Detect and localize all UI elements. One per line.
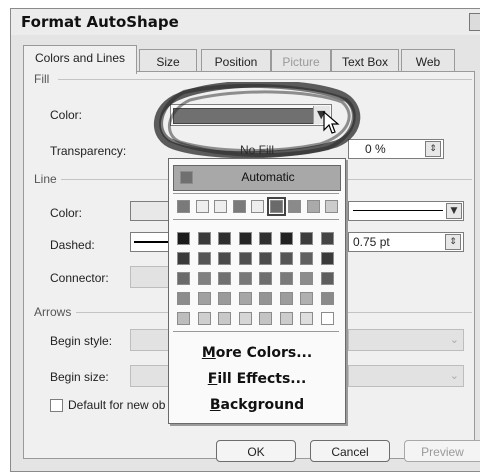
palette-color-swatch[interactable]	[320, 232, 334, 245]
palette-color-swatch[interactable]	[279, 232, 293, 245]
fill-section-heading: Fill	[34, 72, 54, 86]
more-colors-option[interactable]: More Colors...	[169, 345, 345, 361]
palette-color-swatch[interactable]	[177, 272, 190, 285]
recent-color-swatch[interactable]	[195, 200, 209, 213]
palette-color-swatch[interactable]	[300, 232, 313, 245]
palette-color-swatch[interactable]	[320, 252, 334, 265]
fill-color-popup: No Fill Automatic More Colors... Fill Ef…	[168, 143, 346, 424]
recent-color-swatch[interactable]	[232, 200, 246, 213]
palette-color-swatch[interactable]	[279, 272, 293, 285]
no-fill-option[interactable]: No Fill	[169, 143, 345, 157]
palette-color-swatch[interactable]	[279, 252, 293, 265]
automatic-swatch	[180, 171, 193, 184]
palette-color-swatch[interactable]	[197, 292, 211, 305]
dashed-label: Dashed:	[50, 238, 95, 252]
palette-color-swatch[interactable]	[177, 232, 190, 245]
recent-color-swatch[interactable]	[266, 197, 286, 216]
dashed-dropdown[interactable]	[130, 232, 170, 252]
transparency-spinner[interactable]: ⇕	[425, 141, 441, 157]
preview-button: Preview	[404, 440, 480, 462]
palette-color-swatch[interactable]	[259, 312, 272, 325]
mouse-cursor-icon	[323, 110, 340, 134]
arrows-section-heading: Arrows	[34, 305, 76, 319]
recent-color-swatch[interactable]	[177, 200, 190, 213]
recent-color-swatch[interactable]	[325, 200, 338, 213]
recent-color-swatch[interactable]	[214, 200, 227, 213]
background-option[interactable]: Background	[169, 397, 345, 413]
begin-style-label: Begin style:	[50, 334, 113, 348]
palette-color-swatch[interactable]	[197, 272, 211, 285]
palette-color-swatch[interactable]	[300, 292, 313, 305]
transparency-input[interactable]: 0 % ⇕	[348, 139, 444, 159]
palette-color-swatch[interactable]	[218, 232, 231, 245]
line-section-heading: Line	[34, 172, 61, 186]
transparency-value: 0 %	[365, 142, 386, 156]
palette-color-swatch[interactable]	[300, 312, 313, 325]
line-color-label: Color:	[50, 206, 83, 220]
cancel-button[interactable]: Cancel	[310, 440, 390, 462]
begin-size-dropdown	[130, 365, 170, 387]
palette-color-swatch[interactable]	[177, 312, 190, 325]
palette-color-swatch[interactable]	[259, 252, 272, 265]
palette-color-swatch[interactable]	[197, 312, 211, 325]
connector-label: Connector:	[50, 271, 109, 285]
chevron-down-icon: ⌄	[449, 333, 459, 346]
palette-color-swatch[interactable]	[320, 312, 334, 325]
recent-color-swatch[interactable]	[251, 200, 264, 213]
fill-effects-option[interactable]: Fill Effects...	[169, 371, 345, 387]
fill-section-rule	[58, 79, 472, 80]
palette-color-swatch[interactable]	[238, 232, 252, 245]
palette-color-swatch[interactable]	[320, 292, 334, 305]
end-size-dropdown: ⌄	[348, 365, 464, 387]
palette-color-swatch[interactable]	[177, 292, 190, 305]
tab-colors-and-lines[interactable]: Colors and Lines	[23, 45, 137, 74]
palette-color-swatch[interactable]	[279, 292, 293, 305]
dialog-title: Format AutoShape	[21, 13, 179, 31]
palette-color-swatch[interactable]	[238, 252, 252, 265]
title-bar: Format AutoShape	[11, 9, 480, 35]
close-button[interactable]	[469, 13, 480, 31]
fill-color-dropdown[interactable]: ▼	[170, 104, 332, 126]
palette-color-swatch[interactable]	[259, 272, 272, 285]
default-for-new-checkbox[interactable]	[50, 399, 63, 412]
fill-transparency-label: Transparency:	[50, 144, 127, 158]
palette-color-swatch[interactable]	[238, 312, 252, 325]
recent-color-swatch[interactable]	[306, 200, 320, 213]
line-weight-value: 0.75 pt	[353, 235, 390, 249]
palette-color-swatch[interactable]	[177, 252, 190, 265]
line-style-sample	[353, 210, 443, 211]
palette-color-swatch[interactable]	[320, 272, 334, 285]
chevron-down-icon: ⌄	[449, 369, 459, 382]
recent-color-swatch[interactable]	[288, 200, 301, 213]
palette-color-swatch[interactable]	[259, 232, 272, 245]
palette-color-swatch[interactable]	[197, 252, 211, 265]
default-for-new-label: Default for new ob	[68, 398, 166, 412]
palette-color-swatch[interactable]	[259, 292, 272, 305]
palette-color-swatch[interactable]	[279, 312, 293, 325]
fill-color-swatch	[173, 108, 315, 124]
palette-color-swatch[interactable]	[300, 272, 313, 285]
palette-color-swatch[interactable]	[218, 252, 231, 265]
palette-color-swatch[interactable]	[218, 312, 231, 325]
automatic-option[interactable]: Automatic	[173, 165, 341, 191]
line-weight-input[interactable]: 0.75 pt ⇕	[348, 232, 464, 252]
chevron-down-icon[interactable]: ▼	[446, 203, 462, 219]
line-style-dropdown[interactable]: ▼	[348, 201, 464, 221]
palette-color-swatch[interactable]	[300, 252, 313, 265]
fill-color-label: Color:	[50, 108, 83, 122]
begin-size-label: Begin size:	[50, 370, 109, 384]
begin-style-dropdown	[130, 329, 170, 351]
palette-color-swatch[interactable]	[218, 272, 231, 285]
palette-color-swatch[interactable]	[238, 272, 252, 285]
line-color-dropdown[interactable]	[130, 201, 170, 221]
palette-color-swatch[interactable]	[238, 292, 252, 305]
palette-color-swatch[interactable]	[197, 232, 211, 245]
end-style-dropdown: ⌄	[348, 329, 464, 351]
automatic-label: Automatic	[241, 170, 295, 184]
line-weight-spinner[interactable]: ⇕	[445, 234, 461, 250]
dash-sample	[134, 241, 168, 243]
palette-color-swatch[interactable]	[218, 292, 231, 305]
ok-button[interactable]: OK	[216, 440, 296, 462]
connector-dropdown	[130, 266, 170, 288]
